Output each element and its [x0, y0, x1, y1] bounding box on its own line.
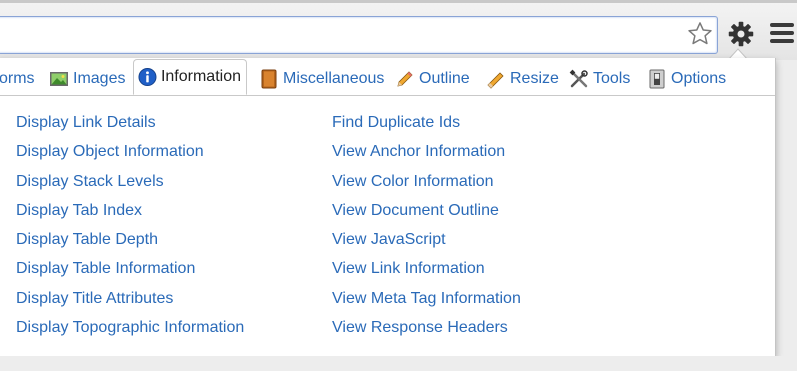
hamburger-menu-icon[interactable] — [770, 23, 794, 45]
link-display-title-attributes[interactable]: Display Title Attributes — [16, 287, 244, 316]
link-view-meta-tag-information[interactable]: View Meta Tag Information — [332, 287, 521, 316]
link-display-link-details[interactable]: Display Link Details — [16, 111, 244, 140]
tab-tools[interactable]: Tools — [569, 63, 630, 95]
browser-toolbar — [0, 0, 797, 60]
link-display-topographic-information[interactable]: Display Topographic Information — [16, 316, 244, 345]
tools-icon — [569, 69, 588, 88]
pencil-icon — [397, 71, 413, 87]
link-find-duplicate-ids[interactable]: Find Duplicate Ids — [332, 111, 521, 140]
tab-label: Miscellaneous — [283, 70, 385, 87]
tab-information[interactable]: Information — [133, 59, 247, 95]
web-developer-popup: orms Images Information Miscellaneous Ou… — [0, 58, 776, 357]
tab-label: Images — [73, 70, 126, 87]
link-display-object-information[interactable]: Display Object Information — [16, 140, 244, 169]
image-icon — [50, 72, 68, 86]
link-view-link-information[interactable]: View Link Information — [332, 257, 521, 286]
tab-label: Options — [671, 70, 727, 87]
tab-label: Information — [160, 68, 241, 85]
tab-forms[interactable]: orms — [0, 63, 35, 95]
tab-miscellaneous[interactable]: Miscellaneous — [259, 63, 384, 95]
page-background-strip — [0, 356, 797, 371]
link-view-response-headers[interactable]: View Response Headers — [332, 316, 521, 345]
gear-icon[interactable] — [727, 20, 755, 48]
link-view-anchor-information[interactable]: View Anchor Information — [332, 140, 521, 169]
link-display-stack-levels[interactable]: Display Stack Levels — [16, 170, 244, 199]
tab-resize[interactable]: Resize — [486, 63, 559, 95]
info-icon — [138, 67, 157, 87]
left-link-column: Display Link Details Display Object Info… — [16, 111, 244, 345]
address-bar[interactable] — [0, 16, 718, 54]
right-link-column: Find Duplicate Ids View Anchor Informati… — [332, 111, 521, 345]
window-top-edge — [0, 0, 797, 3]
tab-outline[interactable]: Outline — [395, 63, 470, 95]
link-display-table-information[interactable]: Display Table Information — [16, 257, 244, 286]
ruler-icon — [487, 72, 504, 89]
tab-label: Outline — [419, 70, 470, 87]
tab-images[interactable]: Images — [49, 63, 125, 95]
book-icon — [261, 69, 277, 89]
tab-label: orms — [0, 70, 35, 87]
link-display-table-depth[interactable]: Display Table Depth — [16, 228, 244, 257]
tab-bar: orms Images Information Miscellaneous Ou… — [0, 58, 775, 96]
link-view-color-information[interactable]: View Color Information — [332, 170, 521, 199]
tab-label: Resize — [510, 70, 559, 87]
star-outline-icon[interactable] — [686, 20, 714, 48]
link-view-document-outline[interactable]: View Document Outline — [332, 199, 521, 228]
link-display-tab-index[interactable]: Display Tab Index — [16, 199, 244, 228]
link-view-javascript[interactable]: View JavaScript — [332, 228, 521, 257]
switch-icon — [649, 69, 665, 89]
tab-options[interactable]: Options — [647, 63, 726, 95]
tab-label: Tools — [593, 70, 631, 87]
